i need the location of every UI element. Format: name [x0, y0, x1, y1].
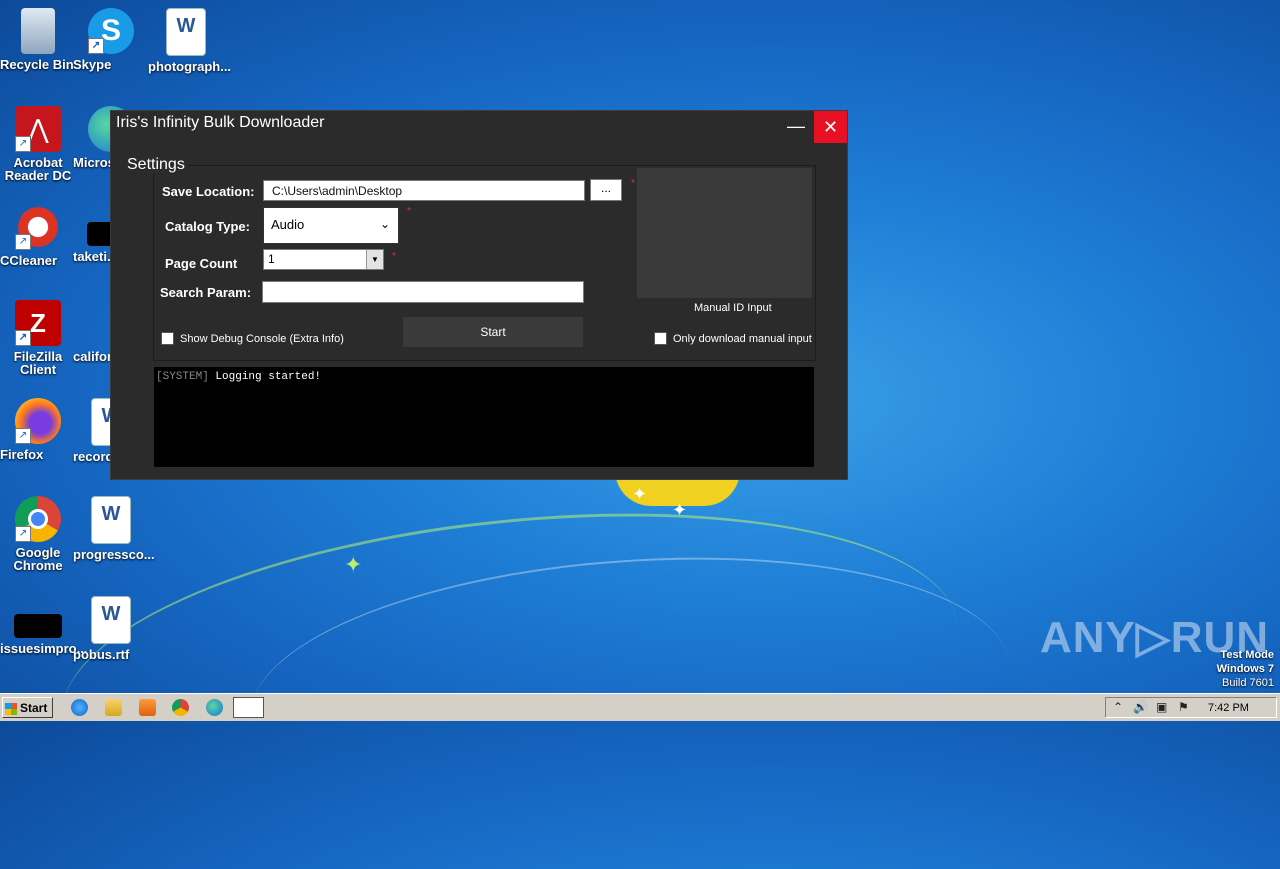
desktop-icon-label: Recycle Bin	[0, 57, 74, 72]
log-tag: [SYSTEM]	[156, 371, 209, 383]
desktop-icon-label: Acrobat Reader DC	[4, 155, 72, 183]
shortcut-arrow-icon: ↗	[15, 330, 31, 346]
word-document-icon: W	[91, 496, 131, 544]
word-document-icon: W	[91, 596, 131, 644]
edge-taskbar-icon[interactable]	[206, 699, 223, 716]
shortcut-arrow-icon: ↗	[15, 526, 31, 542]
browse-button[interactable]: ...	[590, 179, 622, 201]
desktop-icon-acrobat[interactable]: ⋀ ↗ Acrobat Reader DC	[0, 106, 76, 182]
page-count-value: 1	[268, 252, 275, 266]
speaker-icon[interactable]: 🔊	[1133, 700, 1148, 714]
desktop-icon-label: photograph...	[148, 59, 232, 74]
window-title: Iris's Infinity Bulk Downloader	[116, 114, 325, 131]
chrome-icon: ↗	[15, 496, 61, 542]
taskbar-clock[interactable]: 7:42 PM	[1208, 702, 1249, 714]
catalog-type-dropdown[interactable]: Audio ⌄	[263, 207, 399, 244]
shortcut-arrow-icon: ↗	[15, 136, 31, 152]
close-button[interactable]: ✕	[814, 111, 847, 143]
windows-logo-icon	[5, 702, 17, 715]
acrobat-icon: ⋀ ↗	[15, 106, 61, 152]
build-text: Build 7601	[1222, 677, 1274, 689]
save-location-label: Save Location:	[162, 184, 255, 199]
internet-explorer-icon[interactable]	[71, 699, 88, 716]
desktop-icon-label: pobus.rtf	[73, 647, 130, 662]
start-label: Start	[20, 701, 48, 715]
filezilla-icon: Z ↗	[15, 300, 61, 346]
test-mode-notice: Test Mode Windows 7 Build 7601	[1217, 648, 1274, 690]
save-location-input[interactable]: C:\Users\admin\Desktop	[263, 180, 585, 201]
desktop-icon-label: Skype	[73, 57, 112, 72]
action-center-flag-icon[interactable]: ⚑	[1178, 700, 1189, 714]
desktop-icon-skype[interactable]: S ↗ Skype	[73, 8, 149, 71]
desktop-icon-label: progressco...	[73, 547, 155, 562]
desktop-icon-firefox[interactable]: ↗ Firefox	[0, 398, 76, 461]
desktop-icon-ccleaner[interactable]: ↗ CCleaner	[0, 204, 76, 267]
log-console[interactable]: [SYSTEM] Logging started!	[154, 367, 814, 467]
desktop-icon-photograph[interactable]: W photograph...	[148, 8, 231, 73]
log-message: Logging started!	[208, 371, 322, 383]
skype-icon: S ↗	[88, 8, 134, 54]
shortcut-arrow-icon: ↗	[15, 428, 31, 444]
file-icon	[14, 614, 62, 638]
minimize-button[interactable]: —	[785, 116, 807, 138]
search-param-label: Search Param:	[160, 285, 252, 300]
show-debug-checkbox[interactable]	[161, 332, 174, 345]
taskbar: Start ⌃ 🔊 ▣ ⚑	[0, 693, 1280, 721]
catalog-type-label: Catalog Type:	[165, 219, 250, 234]
word-document-icon: W	[166, 8, 206, 56]
desktop-icon-issuesimpro[interactable]: issuesimpro...	[0, 596, 87, 655]
catalog-type-value: Audio	[271, 217, 305, 232]
desktop-icon-label: Google Chrome	[13, 545, 63, 573]
downloader-window: Iris's Infinity Bulk Downloader — ✕ Sett…	[110, 110, 848, 480]
only-manual-checkbox[interactable]	[654, 332, 667, 345]
chevron-down-icon: ⌄	[379, 217, 390, 231]
show-debug-label[interactable]: Show Debug Console (Extra Info)	[180, 333, 344, 345]
required-marker: *	[392, 251, 396, 262]
required-marker: *	[407, 206, 411, 217]
start-button[interactable]: Start	[403, 317, 583, 347]
manual-id-label: Manual ID Input	[694, 302, 772, 314]
desktop-icon-progressco[interactable]: W progressco...	[73, 496, 155, 561]
chevron-up-icon[interactable]: ⌃	[1113, 700, 1123, 714]
page-count-stepper[interactable]: 1 ▼	[263, 249, 384, 270]
os-version-text: Windows 7	[1216, 663, 1274, 675]
wallpaper-sparkle: ✦	[672, 500, 688, 520]
desktop-icon-pobus[interactable]: W pobus.rtf	[73, 596, 149, 661]
wallpaper-sparkle: ✦	[632, 484, 648, 504]
shortcut-arrow-icon: ↗	[88, 38, 104, 54]
wallpaper-sparkle: ✦	[344, 552, 363, 577]
chrome-taskbar-icon[interactable]	[172, 699, 189, 716]
recycle-bin-icon	[21, 8, 55, 54]
desktop-icon-filezilla[interactable]: Z ↗ FileZilla Client	[0, 300, 76, 376]
required-marker: *	[631, 178, 635, 189]
page-count-label: Page Count	[165, 256, 238, 271]
system-tray: ⌃ 🔊 ▣ ⚑	[1105, 697, 1277, 718]
settings-group-title: Settings	[125, 156, 187, 174]
ccleaner-icon: ↗	[15, 204, 61, 250]
network-icon[interactable]: ▣	[1156, 700, 1167, 714]
firefox-icon: ↗	[15, 398, 61, 444]
shortcut-arrow-icon: ↗	[15, 234, 31, 250]
only-manual-label[interactable]: Only download manual input	[673, 333, 812, 345]
manual-id-input[interactable]	[637, 168, 812, 298]
taskbar-window-button[interactable]	[233, 697, 264, 718]
test-mode-text: Test Mode	[1220, 649, 1274, 661]
desktop-icon-label: Firefox	[0, 447, 44, 462]
search-param-input[interactable]	[262, 281, 584, 303]
desktop-icon-chrome[interactable]: ↗ Google Chrome	[0, 496, 76, 572]
media-player-icon[interactable]	[139, 699, 156, 716]
file-explorer-icon[interactable]	[105, 699, 122, 716]
desktop-icon-label: FileZilla Client	[13, 349, 63, 377]
desktop-icon-recycle-bin[interactable]: Recycle Bin	[0, 8, 76, 71]
start-button-taskbar[interactable]: Start	[2, 697, 53, 718]
desktop-icon-label: CCleaner	[0, 253, 58, 268]
dropdown-arrow-icon[interactable]: ▼	[366, 250, 383, 269]
